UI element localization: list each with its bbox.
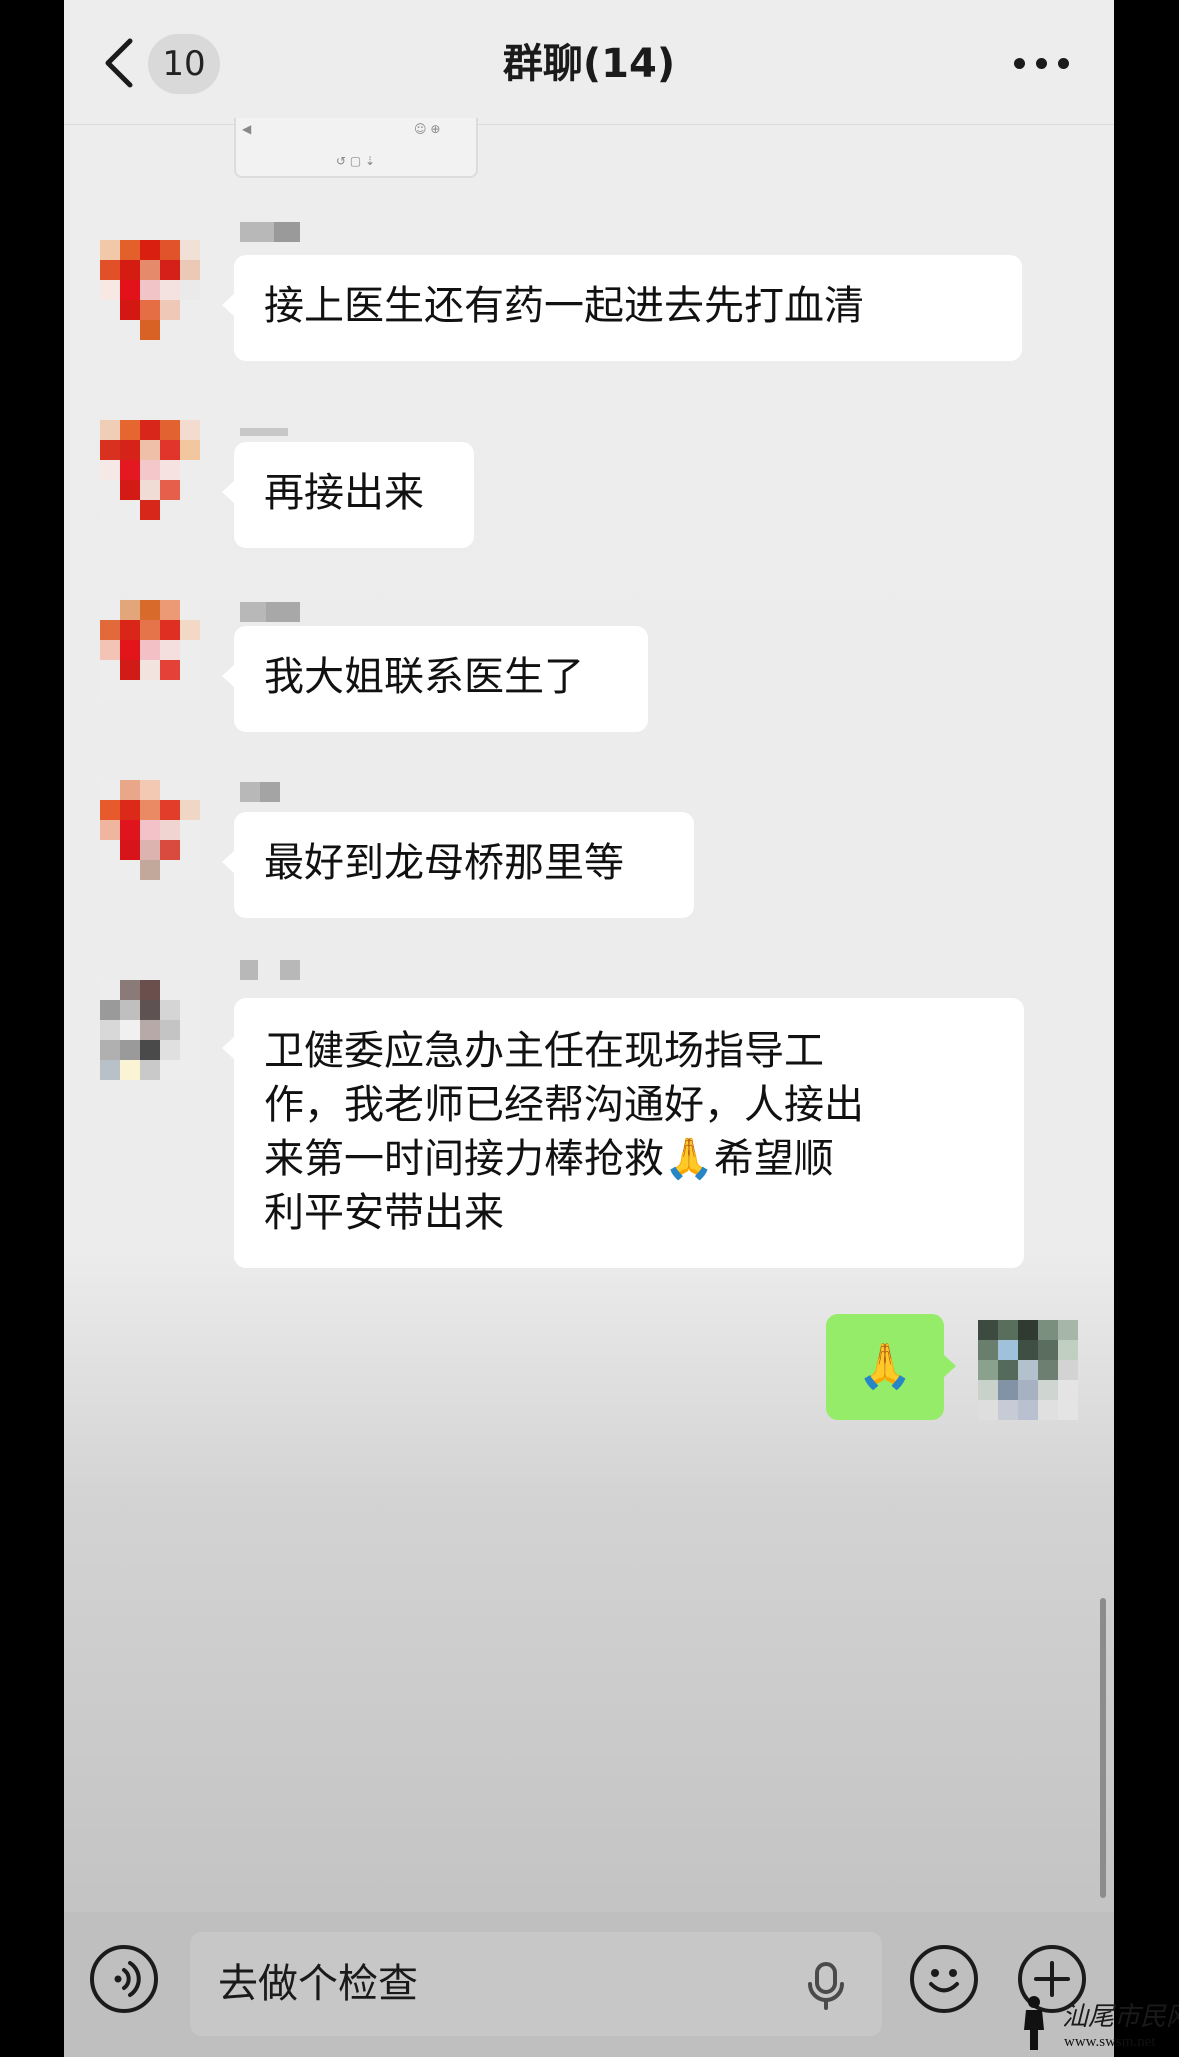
message-emoji: 🙏 [857, 1341, 913, 1392]
sender-name [240, 782, 280, 802]
nav-divider [64, 124, 1114, 125]
scrollbar[interactable] [1100, 1598, 1106, 1898]
sender-name [240, 960, 300, 980]
message-bubble[interactable]: 卫健委应急办主任在现场指导工 作，我老师已经帮沟通好，人接出 来第一时间接力棒抢… [222, 998, 1024, 1268]
screenshot-fragment: ◀ ☺ ⊕ ↺ ▢ ⇣ [234, 118, 478, 178]
avatar[interactable] [100, 240, 200, 340]
avatar[interactable] [100, 780, 200, 880]
message-bubble[interactable]: 再接出来 [222, 442, 474, 548]
message-bubble[interactable]: 接上医生还有药一起进去先打血清 [222, 255, 1022, 361]
chat-title: 群聊(14) [502, 41, 676, 87]
fragment-icon: ↺ ▢ ⇣ [336, 154, 376, 168]
avatar[interactable] [100, 600, 200, 700]
microphone-icon[interactable] [804, 1962, 848, 2010]
message-text-line: 来第一时间接力棒抢救🙏希望顺 [264, 1136, 834, 1182]
my-message-bubble[interactable]: 🙏 [826, 1314, 956, 1420]
message-text: 再接出来 [264, 470, 424, 516]
watermark-url: www.swsm.net [1064, 2034, 1156, 2050]
message-text-line: 利平安带出来 [264, 1190, 504, 1236]
message-input-text: 去做个检查 [218, 1961, 418, 2007]
fragment-icon: ☺ ⊕ [414, 122, 441, 136]
my-avatar[interactable] [978, 1320, 1078, 1420]
message-row: 再接出来 [64, 402, 1114, 548]
message-text: 接上医生还有药一起进去先打血清 [264, 283, 864, 329]
avatar[interactable] [100, 980, 200, 1080]
more-options-icon[interactable] [1014, 52, 1076, 76]
message-text-line: 作，我老师已经帮沟通好，人接出 [264, 1082, 864, 1128]
message-input[interactable]: 去做个检查 [190, 1932, 882, 2036]
sender-name [240, 222, 300, 242]
fragment-icon: ◀ [242, 122, 252, 136]
message-row: 接上医生还有药一起进去先打血清 [64, 220, 1114, 361]
sender-name [240, 422, 288, 442]
message-row: 我大姐联系医生了 [64, 600, 1114, 740]
message-text: 最好到龙母桥那里等 [264, 840, 624, 886]
message-text: 我大姐联系医生了 [264, 654, 584, 700]
nav-bar: 10 群聊(14) [64, 0, 1114, 124]
chat-screen: 10 群聊(14) ◀ ☺ ⊕ ↺ ▢ ⇣ 接上医生还有药一起进去先打血清 再接… [64, 0, 1114, 2057]
message-row: 卫健委应急办主任在现场指导工 作，我老师已经帮沟通好，人接出 来第一时间接力棒抢… [64, 960, 1114, 1280]
message-bubble[interactable]: 我大姐联系医生了 [222, 626, 648, 732]
voice-input-icon[interactable] [90, 1945, 158, 2013]
emoji-icon[interactable] [910, 1945, 978, 2013]
watermark-text: 汕尾市民网 [1062, 2002, 1179, 2032]
message-text-line: 卫健委应急办主任在现场指导工 [264, 1028, 824, 1074]
message-row: 最好到龙母桥那里等 [64, 780, 1114, 920]
avatar[interactable] [100, 420, 200, 520]
sender-name [240, 602, 300, 622]
message-bubble[interactable]: 最好到龙母桥那里等 [222, 812, 694, 918]
